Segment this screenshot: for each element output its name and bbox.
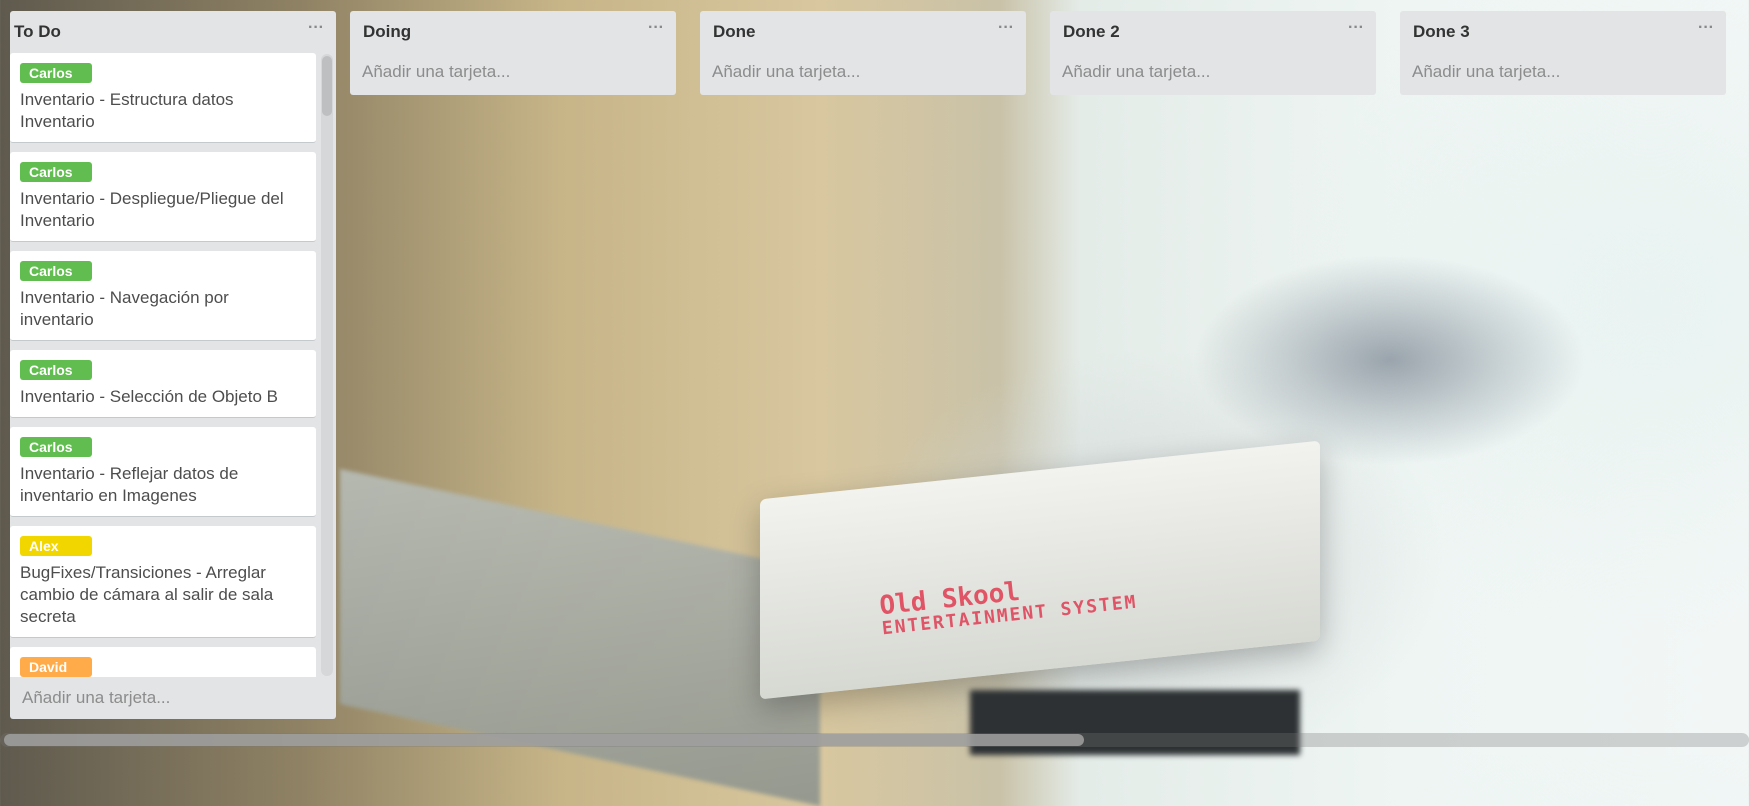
card-label: Carlos (20, 437, 92, 457)
card[interactable]: Carlos Inventario - Navegación por inven… (10, 251, 316, 341)
list-header: Done ··· (700, 11, 1026, 51)
card[interactable]: Alex BugFixes/Transiciones - Arreglar ca… (10, 526, 316, 638)
card[interactable]: Carlos Inventario - Reflejar datos de in… (10, 427, 316, 517)
card-title: Inventario - Reflejar datos de inventari… (20, 464, 239, 505)
card-label: Carlos (20, 261, 92, 281)
add-card-button[interactable]: Añadir una tarjeta... (700, 56, 1026, 88)
list-header: Doing ··· (350, 11, 676, 51)
ellipsis-icon[interactable]: ··· (998, 19, 1014, 37)
list-todo: To Do ··· Carlos Inventario - Estructura… (10, 11, 336, 719)
add-card-button[interactable]: Añadir una tarjeta... (1050, 56, 1376, 88)
board-horizontal-scrollbar-thumb[interactable] (4, 734, 1084, 746)
ellipsis-icon[interactable]: ··· (648, 19, 664, 37)
ellipsis-icon[interactable]: ··· (1348, 19, 1364, 37)
background-sign-text: Old Skool ENTERTAINMENT SYSTEM (878, 567, 1138, 640)
add-card-button[interactable]: Añadir una tarjeta... (350, 56, 676, 88)
list-header: Done 2 ··· (1050, 11, 1376, 51)
background-photo-sign (760, 440, 1320, 700)
card-list: Carlos Inventario - Estructura datos Inv… (10, 53, 318, 677)
background-photo-box (340, 468, 820, 806)
list-doing: Doing ··· Añadir una tarjeta... (350, 11, 676, 95)
card-label: Carlos (20, 162, 92, 182)
list-done-3: Done 3 ··· Añadir una tarjeta... (1400, 11, 1726, 95)
card-title: Inventario - Navegación por inventario (20, 288, 229, 329)
card[interactable]: Carlos Inventario - Estructura datos Inv… (10, 53, 316, 143)
card[interactable]: Carlos Inventario - Despliegue/Pliegue d… (10, 152, 316, 242)
list-done-2: Done 2 ··· Añadir una tarjeta... (1050, 11, 1376, 95)
ellipsis-icon[interactable]: ··· (1698, 19, 1714, 37)
card-title: Inventario - Despliegue/Pliegue del Inve… (20, 189, 284, 230)
card-title: BugFixes/Transiciones - Arreglar cambio … (20, 563, 274, 626)
card[interactable]: Carlos Inventario - Selección de Objeto … (10, 350, 316, 418)
list-title[interactable]: Done 3 (1413, 22, 1470, 42)
card[interactable]: David (10, 647, 316, 677)
card-title: Inventario - Selección de Objeto B (20, 387, 278, 406)
list-header: To Do ··· (10, 11, 336, 51)
list-scrollbar-thumb[interactable] (322, 56, 332, 116)
card-label: Alex (20, 536, 92, 556)
card-label: David (20, 657, 92, 677)
list-title[interactable]: Done 2 (1063, 22, 1120, 42)
list-title[interactable]: Done (713, 22, 756, 42)
board-horizontal-scrollbar[interactable] (0, 733, 1749, 747)
list-title[interactable]: Doing (363, 22, 411, 42)
list-header: Done 3 ··· (1400, 11, 1726, 51)
add-card-button[interactable]: Añadir una tarjeta... (1400, 56, 1726, 88)
card-label: Carlos (20, 360, 92, 380)
card-label: Carlos (20, 63, 92, 83)
ellipsis-icon[interactable]: ··· (308, 19, 324, 37)
card-title: Inventario - Estructura datos Inventario (20, 90, 234, 131)
list-title[interactable]: To Do (14, 22, 61, 42)
list-done: Done ··· Añadir una tarjeta... (700, 11, 1026, 95)
list-scrollbar[interactable] (321, 54, 333, 676)
add-card-button[interactable]: Añadir una tarjeta... (10, 682, 182, 714)
